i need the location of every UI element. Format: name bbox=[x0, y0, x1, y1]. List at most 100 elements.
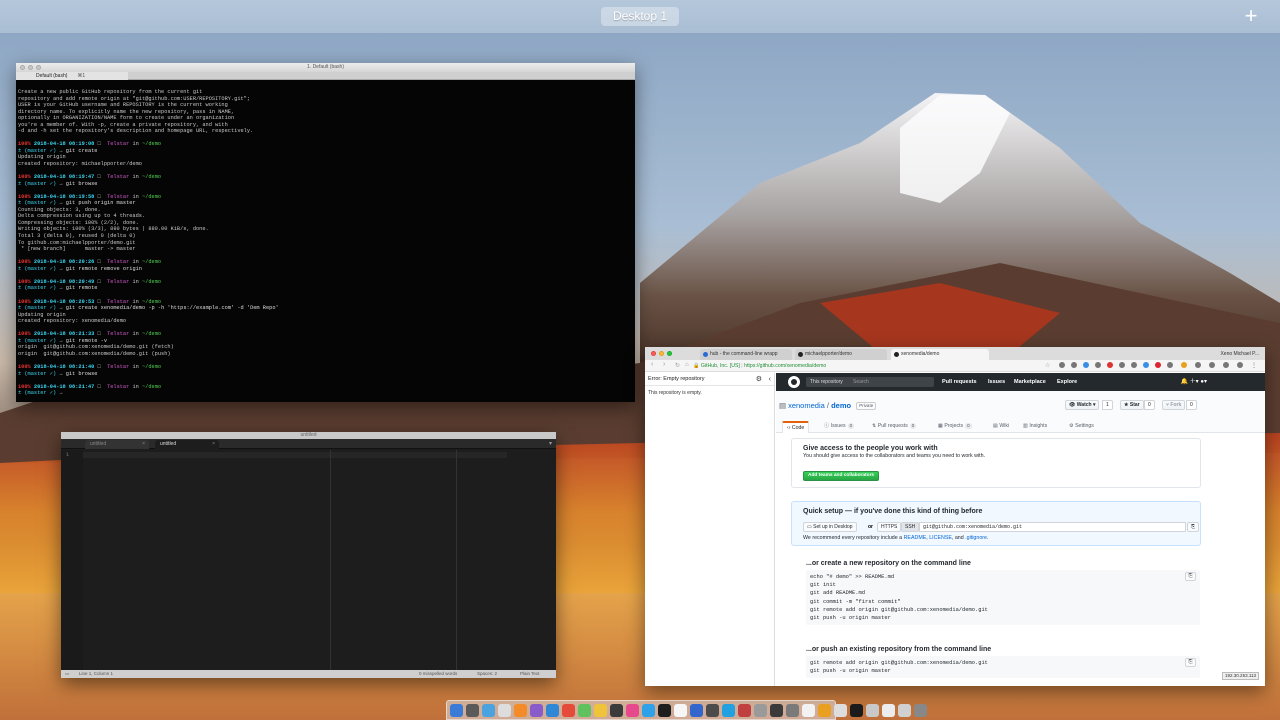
desktop-space-label[interactable]: Desktop 1 bbox=[601, 7, 679, 26]
current-line-highlight[interactable] bbox=[83, 452, 507, 458]
dock-app-icon[interactable] bbox=[914, 703, 927, 717]
dock-app-icon[interactable] bbox=[818, 703, 831, 717]
nav-explore[interactable]: Explore bbox=[1057, 373, 1077, 391]
dock-app-icon[interactable] bbox=[690, 703, 703, 717]
tab-wiki[interactable]: ▤ Wiki bbox=[993, 421, 1009, 433]
status-panel-icon[interactable]: ▭ bbox=[65, 670, 69, 678]
create-repo-code[interactable]: echo "# demo" >> README.md git init git ad… bbox=[806, 570, 1200, 626]
dock-app-icon[interactable] bbox=[898, 703, 911, 717]
dock-app-icon[interactable] bbox=[450, 703, 463, 717]
nav-pull-requests[interactable]: Pull requests bbox=[942, 373, 977, 391]
address-bar[interactable]: 🔒 GitHub, Inc. [US] | https://github.com… bbox=[693, 362, 1079, 370]
dock-app-icon[interactable] bbox=[658, 703, 671, 717]
dock-app-icon[interactable] bbox=[834, 703, 847, 717]
extension-icon[interactable] bbox=[1131, 362, 1137, 368]
extension-icon[interactable] bbox=[1167, 362, 1173, 368]
dock-app-icon[interactable] bbox=[722, 703, 735, 717]
gear-icon[interactable]: ⚙ bbox=[756, 373, 762, 386]
editor-tab-active[interactable]: untitled × bbox=[155, 440, 219, 449]
add-collaborators-button[interactable]: Add teams and collaborators bbox=[803, 471, 880, 481]
bookmark-star-icon[interactable]: ☆ bbox=[1045, 362, 1050, 369]
header-user-icons[interactable]: 🔔 ＋▾ ●▾ bbox=[1181, 373, 1207, 391]
extension-icon[interactable] bbox=[1059, 362, 1065, 368]
dock-app-icon[interactable] bbox=[626, 703, 639, 717]
dock-app-icon[interactable] bbox=[786, 703, 799, 717]
extension-icon[interactable] bbox=[1195, 362, 1201, 368]
text-editor-window[interactable]: untitled untitled × untitled × ▾ 1 ▭ Line … bbox=[61, 432, 556, 678]
repo-name-link[interactable]: demo bbox=[831, 401, 851, 410]
repo-owner-link[interactable]: xenomedia bbox=[788, 401, 825, 410]
add-space-button[interactable]: + bbox=[1241, 4, 1261, 28]
dock-app-icon[interactable] bbox=[530, 703, 543, 717]
status-spelling[interactable]: 0 misspelled words bbox=[419, 670, 457, 678]
browser-tab[interactable]: hub - the command-line wrapp bbox=[700, 349, 792, 360]
dock-app-icon[interactable] bbox=[594, 703, 607, 717]
browser-tab-active[interactable]: xenomedia/demo bbox=[891, 349, 989, 360]
extension-icon[interactable] bbox=[1083, 362, 1089, 368]
dock-app-icon[interactable] bbox=[514, 703, 527, 717]
terminal-window[interactable]: 1. Default (bash) Default (bash) ⌘1 Creat… bbox=[16, 63, 635, 402]
fork-count[interactable]: 0 bbox=[1186, 400, 1197, 410]
dock-app-icon[interactable] bbox=[866, 703, 879, 717]
license-link[interactable]: LICENSE bbox=[929, 535, 952, 541]
close-tab-icon[interactable]: × bbox=[212, 440, 215, 449]
extension-icon[interactable] bbox=[1107, 362, 1113, 368]
dock-app-icon[interactable] bbox=[610, 703, 623, 717]
github-logo-icon[interactable] bbox=[788, 376, 800, 388]
editor-tab[interactable]: untitled × bbox=[85, 440, 149, 449]
status-syntax[interactable]: Plain Text bbox=[520, 670, 539, 678]
close-button[interactable] bbox=[651, 351, 656, 356]
push-repo-code[interactable]: git remote add origin git@github.com:xen… bbox=[806, 656, 1200, 679]
tab-issues[interactable]: ⓘ Issues 0 bbox=[824, 421, 855, 433]
minimize-button[interactable] bbox=[659, 351, 664, 356]
status-indentation[interactable]: Spaces: 2 bbox=[477, 670, 497, 678]
dock-app-icon[interactable] bbox=[882, 703, 895, 717]
terminal-tab[interactable]: Default (bash) ⌘1 bbox=[16, 72, 128, 80]
dock-app-icon[interactable] bbox=[802, 703, 815, 717]
browser-tab[interactable]: michaelpporter/demo bbox=[795, 349, 887, 360]
https-toggle[interactable]: HTTPS bbox=[877, 522, 902, 532]
nav-issues[interactable]: Issues bbox=[988, 373, 1005, 391]
terminal-titlebar[interactable]: 1. Default (bash) bbox=[16, 63, 635, 72]
dock-app-icon[interactable] bbox=[850, 703, 863, 717]
dock-app-icon[interactable] bbox=[770, 703, 783, 717]
dock-app-icon[interactable] bbox=[642, 703, 655, 717]
browser-window[interactable]: hub - the command-line wrapp michaelppor… bbox=[645, 347, 1265, 686]
extension-icon[interactable] bbox=[1071, 362, 1077, 368]
forward-icon[interactable]: › bbox=[663, 361, 665, 368]
collapse-icon[interactable]: ‹ bbox=[769, 373, 771, 386]
readme-link[interactable]: README bbox=[904, 535, 927, 541]
extension-icon[interactable] bbox=[1181, 362, 1187, 368]
dock-app-icon[interactable] bbox=[754, 703, 767, 717]
copy-clipboard-icon[interactable]: ⎘ bbox=[1187, 522, 1199, 532]
tab-projects[interactable]: ▦ Projects 0 bbox=[938, 421, 972, 433]
setup-desktop-button[interactable]: ▭ Set up in Desktop bbox=[803, 522, 857, 532]
dock-app-icon[interactable] bbox=[562, 703, 575, 717]
search-input[interactable]: Search bbox=[850, 377, 934, 387]
close-tab-icon[interactable]: × bbox=[142, 440, 145, 449]
copy-clipboard-icon[interactable]: ⎘ bbox=[1185, 572, 1196, 581]
dock-app-icon[interactable] bbox=[466, 703, 479, 717]
extension-icon[interactable] bbox=[1209, 362, 1215, 368]
nav-marketplace[interactable]: Marketplace bbox=[1014, 373, 1046, 391]
extension-icon[interactable] bbox=[1223, 362, 1229, 368]
clone-url-input[interactable]: git@github.com:xenomedia/demo.git bbox=[919, 522, 1186, 532]
dock-app-icon[interactable] bbox=[546, 703, 559, 717]
terminal-output[interactable]: Create a new public GitHub repository fr… bbox=[16, 80, 635, 397]
window-controls[interactable] bbox=[651, 351, 672, 356]
fork-button[interactable]: ⑂ Fork bbox=[1162, 400, 1186, 410]
extension-icon[interactable] bbox=[1237, 362, 1243, 368]
watch-count[interactable]: 1 bbox=[1102, 400, 1113, 410]
reload-icon[interactable]: ↻ bbox=[675, 362, 680, 369]
home-icon[interactable]: ⌂ bbox=[685, 362, 689, 368]
extension-icon[interactable] bbox=[1143, 362, 1149, 368]
extension-icon[interactable] bbox=[1155, 362, 1161, 368]
star-count[interactable]: 0 bbox=[1144, 400, 1155, 410]
editor-titlebar[interactable]: untitled bbox=[61, 432, 556, 439]
search-scope[interactable]: This repository bbox=[806, 377, 850, 387]
dock-app-icon[interactable] bbox=[674, 703, 687, 717]
browser-profile[interactable]: Xeno Michael P... bbox=[1220, 349, 1259, 360]
zoom-button[interactable] bbox=[667, 351, 672, 356]
dock-app-icon[interactable] bbox=[482, 703, 495, 717]
ssh-toggle[interactable]: SSH bbox=[901, 522, 920, 532]
